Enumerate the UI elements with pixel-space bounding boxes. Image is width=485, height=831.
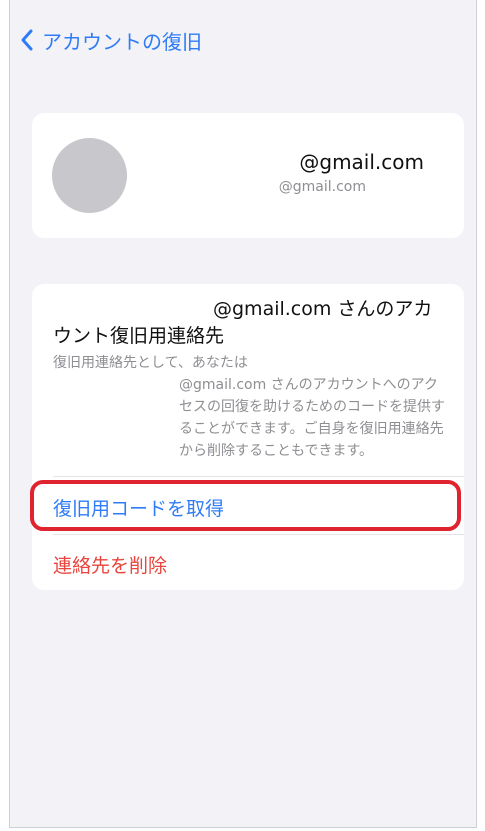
divider [53, 534, 464, 535]
divider [53, 476, 464, 477]
remove-contact-button[interactable]: 連絡先を削除 [53, 551, 167, 578]
back-button-label: アカウントの復旧 [42, 29, 202, 54]
chevron-left-icon [21, 29, 33, 51]
account-sub-email: @gmail.com [278, 179, 366, 195]
phone-screen: アカウントの復旧 @gmail.com @gmail.com @gmail.co… [9, 0, 477, 828]
recovery-contact-card: @gmail.com さんのアカウント復旧用連絡先 復旧用連絡先として、あなたは… [32, 284, 464, 590]
contact-description-line1: 復旧用連絡先として、あなたは [53, 355, 248, 371]
avatar [52, 138, 127, 213]
contact-description-rest: @gmail.com さんのアカウントへのアクセスの回復を助けるためのコードを提… [179, 377, 445, 459]
account-email: @gmail.com [299, 150, 424, 174]
back-button[interactable]: アカウントの復旧 [20, 22, 202, 58]
account-card: @gmail.com @gmail.com [32, 113, 464, 238]
contact-title: @gmail.com さんのアカウント復旧用連絡先 [53, 298, 433, 347]
contact-description: 復旧用連絡先として、あなたは @gmail.com さんのアカウントへのアクセス… [53, 352, 445, 462]
get-recovery-code-button[interactable]: 復旧用コードを取得 [53, 494, 224, 521]
